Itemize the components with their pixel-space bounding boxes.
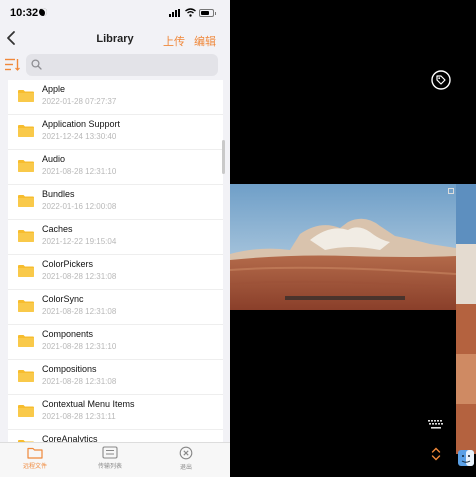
search-row (0, 53, 230, 77)
keyboard-icon[interactable] (428, 420, 444, 430)
file-date: 2021-08-28 12:31:08 (42, 307, 117, 316)
file-row[interactable]: ColorSync 2021-08-28 12:31:08 (8, 290, 223, 325)
file-row[interactable]: ColorPickers 2021-08-28 12:31:08 (8, 255, 223, 290)
file-name: Application Support (42, 119, 121, 129)
cellular-signal-icon (169, 9, 183, 17)
file-browser-panel: 10:32 Library 上传 编辑 Apple 2022-01-28 07:… (0, 0, 230, 477)
status-time: 10:32 (10, 7, 39, 19)
folder-icon (18, 125, 34, 137)
folder-icon (18, 90, 34, 102)
tab-label: 远程文件 (22, 464, 47, 470)
image-viewer-panel (230, 0, 476, 477)
search-icon (31, 59, 42, 70)
file-date: 2021-08-28 12:31:10 (42, 342, 117, 351)
folder-icon (18, 300, 34, 312)
file-row[interactable]: Components 2021-08-28 12:31:10 (8, 325, 223, 360)
file-date: 2021-08-28 12:31:08 (42, 272, 117, 281)
do-not-disturb-icon (39, 8, 47, 16)
file-date: 2021-08-28 12:31:11 (42, 412, 116, 421)
file-date: 2022-01-16 12:00:08 (42, 202, 117, 211)
file-date: 2022-01-28 07:27:37 (42, 97, 117, 106)
tab-label: 传输列表 (97, 464, 122, 470)
status-bar: 10:32 (0, 0, 230, 26)
file-date: 2021-12-22 19:15:04 (42, 237, 117, 246)
sort-icon[interactable] (5, 58, 20, 71)
nav-bar: Library 上传 编辑 (0, 27, 230, 51)
search-field[interactable] (26, 54, 218, 76)
file-name: ColorPickers (42, 259, 94, 269)
tab-bar: 远程文件 传输列表 退出 (0, 442, 230, 477)
desert-rock-landscape-image[interactable] (230, 184, 456, 310)
file-row[interactable]: Compositions 2021-08-28 12:31:08 (8, 360, 223, 395)
file-name: CoreAnalytics (42, 434, 98, 442)
tag-icon[interactable] (431, 70, 451, 90)
folder-icon (18, 370, 34, 382)
wifi-icon (185, 8, 196, 17)
transfer-list-icon (102, 446, 118, 459)
file-row[interactable]: Caches 2021-12-22 19:15:04 (8, 220, 223, 255)
folder-icon (18, 265, 34, 277)
chevron-up-down-icon[interactable] (430, 446, 442, 462)
file-date: 2021-12-24 13:30:40 (42, 132, 117, 141)
scrollbar[interactable] (222, 140, 225, 174)
tab-exit[interactable]: 退出 (161, 446, 211, 471)
file-name: Audio (42, 154, 66, 164)
image-corner-marker (448, 188, 454, 194)
file-row[interactable]: Apple 2022-01-28 07:27:37 (8, 80, 223, 115)
search-input[interactable] (48, 57, 208, 73)
file-name: Contextual Menu Items (42, 399, 135, 409)
folder-icon (18, 160, 34, 172)
battery-icon (199, 9, 216, 17)
file-date: 2021-08-28 12:31:10 (42, 167, 117, 176)
upload-button[interactable]: 上传 (163, 33, 185, 49)
tab-transfer-list[interactable]: 传输列表 (85, 446, 135, 470)
tab-label: 退出 (179, 465, 192, 471)
app-root: 10:32 Library 上传 编辑 Apple 2022-01-28 07:… (0, 0, 476, 477)
folder-icon (27, 447, 43, 459)
file-row[interactable]: Bundles 2022-01-16 12:00:08 (8, 185, 223, 220)
folder-icon (18, 195, 34, 207)
tab-remote-files[interactable]: 远程文件 (10, 446, 60, 470)
finder-icon[interactable] (458, 450, 474, 466)
next-image-preview[interactable] (456, 184, 476, 454)
file-name: Apple (42, 84, 66, 94)
file-row[interactable]: Contextual Menu Items 2021-08-28 12:31:11 (8, 395, 223, 430)
file-name: Compositions (42, 364, 97, 374)
folder-icon (18, 230, 34, 242)
file-name: Bundles (42, 189, 75, 199)
file-list: Apple 2022-01-28 07:27:37 Application Supp… (8, 80, 223, 442)
folder-icon (18, 335, 34, 347)
exit-icon (179, 446, 193, 460)
file-row[interactable]: Audio 2021-08-28 12:31:10 (8, 150, 223, 185)
file-row[interactable]: Application Support 2021-12-24 13:30:40 (8, 115, 223, 150)
folder-icon (18, 405, 34, 417)
file-name: Components (42, 329, 94, 339)
edit-button[interactable]: 编辑 (194, 33, 216, 49)
file-name: Caches (42, 224, 73, 234)
file-date: 2021-08-28 12:31:08 (42, 377, 117, 386)
file-row[interactable]: CoreAnalytics (8, 430, 223, 442)
file-name: ColorSync (42, 294, 84, 304)
